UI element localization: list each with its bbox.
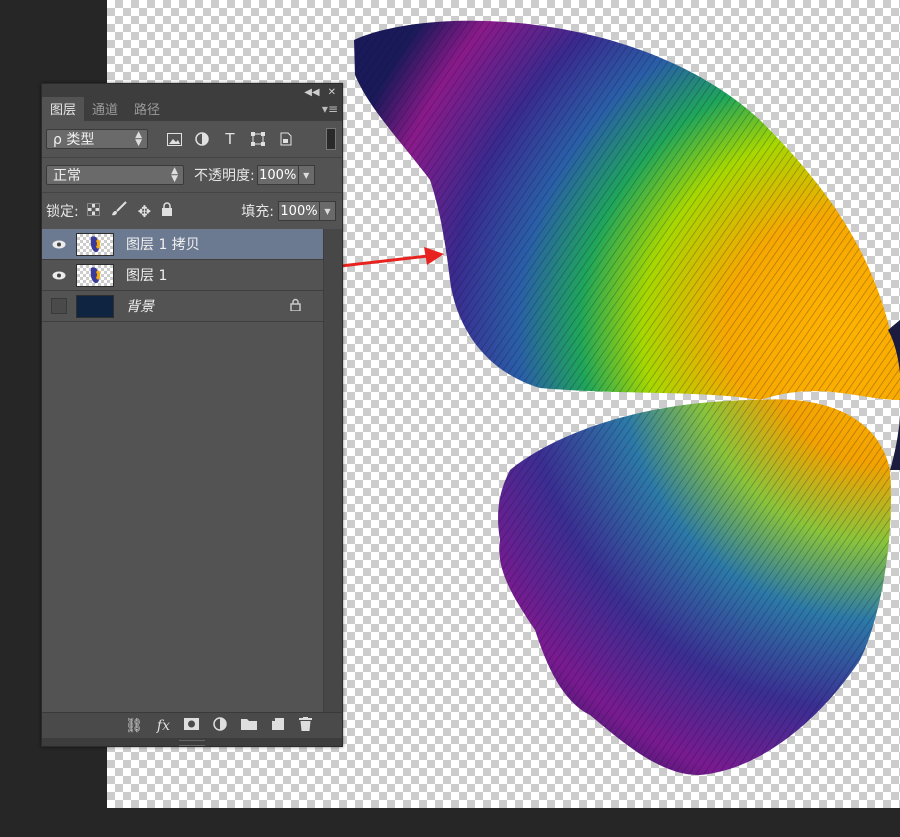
fill-input[interactable]: 100%	[278, 201, 320, 221]
layers-list: 图层 1 拷贝 图层 1 背景	[42, 229, 323, 322]
tab-channels[interactable]: 通道	[84, 97, 126, 121]
visibility-eye-icon[interactable]	[42, 240, 76, 249]
layers-panel: ◀◀ ✕ 图层 通道 路径 ▾≡ ρ 类型 ▲ ▼ T 正常 ▲ ▼ 不透明度:…	[41, 83, 343, 747]
image-filter-icon[interactable]	[166, 131, 182, 147]
select-arrows-icon: ▲ ▼	[171, 166, 178, 184]
blend-mode-label: 正常	[53, 168, 81, 184]
layer-row[interactable]: 背景	[42, 291, 323, 322]
grip-lines	[179, 740, 205, 746]
filter-kind-label: ρ 类型	[53, 132, 95, 148]
layer-thumbnail	[76, 263, 114, 287]
layer-row[interactable]: 图层 1 拷贝	[42, 229, 323, 260]
group-folder-icon[interactable]	[241, 718, 257, 734]
mask-icon[interactable]	[184, 717, 199, 734]
layer-name[interactable]: 图层 1 拷贝	[126, 234, 200, 254]
layers-scrollbar[interactable]	[323, 229, 342, 714]
visibility-toggle-box[interactable]	[51, 298, 67, 314]
select-arrows-icon: ▲ ▼	[135, 130, 142, 148]
shape-filter-icon[interactable]	[250, 131, 266, 147]
opacity-label: 不透明度:	[194, 168, 255, 184]
layer-thumbnail	[76, 294, 114, 318]
layer-name[interactable]: 背景	[126, 296, 154, 316]
lock-pixels-brush-icon[interactable]	[110, 201, 128, 221]
panel-menu-icon[interactable]: ▾≡	[322, 102, 338, 116]
lock-position-move-icon[interactable]: ✥	[138, 202, 151, 221]
layer-thumbnail	[76, 232, 114, 256]
smart-object-filter-icon[interactable]	[278, 131, 294, 147]
fill-label: 填充:	[241, 204, 274, 220]
panel-tabs: 图层 通道 路径 ▾≡	[42, 97, 342, 121]
adjustment-layer-icon[interactable]	[213, 716, 227, 735]
collapse-arrows-icon[interactable]: ◀◀	[304, 87, 319, 98]
lock-row: 锁定: ✥ 填充: 100% ▼	[42, 193, 342, 230]
lock-icon	[290, 298, 301, 314]
fill-dropdown-button[interactable]: ▼	[320, 201, 336, 221]
tab-layers[interactable]: 图层	[42, 97, 85, 121]
type-filter-icon[interactable]: T	[222, 130, 238, 148]
opacity-dropdown-button[interactable]: ▼	[298, 165, 315, 185]
filter-kind-select[interactable]: ρ 类型 ▲ ▼	[46, 129, 148, 149]
adjustment-filter-icon[interactable]	[194, 131, 210, 147]
blend-mode-select[interactable]: 正常 ▲ ▼	[46, 165, 184, 185]
opacity-input[interactable]: 100%	[256, 165, 299, 185]
visibility-empty-slot	[42, 298, 76, 314]
tab-paths[interactable]: 路径	[126, 97, 168, 121]
lock-transparency-icon[interactable]	[86, 202, 100, 220]
fx-icon[interactable]: fx	[157, 718, 170, 734]
lock-all-icon[interactable]	[161, 202, 173, 220]
panel-bottom-toolbar: ⛓ fx	[42, 712, 342, 738]
filter-toggle[interactable]	[326, 128, 336, 150]
new-layer-icon[interactable]	[271, 717, 285, 735]
blend-row: 正常 ▲ ▼ 不透明度: 100% ▼	[42, 158, 342, 193]
layer-row[interactable]: 图层 1	[42, 260, 323, 291]
filter-row: ρ 类型 ▲ ▼ T	[42, 121, 342, 158]
layer-name[interactable]: 图层 1	[126, 265, 167, 285]
link-layers-icon[interactable]: ⛓	[125, 718, 143, 734]
panel-resize-grip[interactable]	[42, 738, 342, 746]
close-icon[interactable]: ✕	[328, 87, 336, 98]
lock-label: 锁定:	[46, 204, 79, 220]
trash-icon[interactable]	[299, 716, 312, 735]
visibility-eye-icon[interactable]	[42, 271, 76, 280]
